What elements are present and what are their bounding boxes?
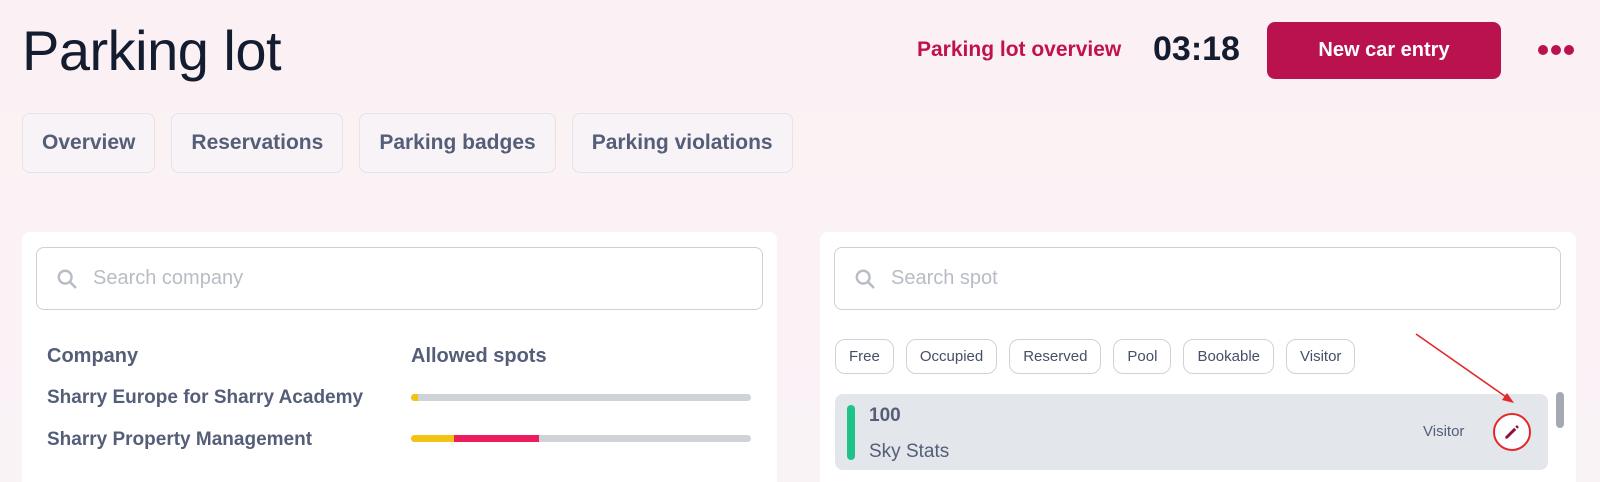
tab-reservations[interactable]: Reservations	[171, 113, 344, 173]
allowed-spots-bar	[411, 394, 751, 401]
spot-search-box	[834, 247, 1561, 310]
usage-segment	[411, 394, 418, 401]
filter-visitor[interactable]: Visitor	[1286, 339, 1356, 374]
company-column-header: Company	[47, 345, 139, 367]
company-search-box	[36, 247, 763, 310]
pencil-icon	[1505, 425, 1519, 439]
spot-filters: Free Occupied Reserved Pool Bookable Vis…	[835, 339, 1367, 374]
filter-free[interactable]: Free	[835, 339, 894, 374]
search-icon	[855, 269, 875, 289]
company-name: Sharry Property Management	[47, 429, 313, 450]
search-company-input[interactable]	[93, 267, 762, 290]
spot-type: Visitor	[1423, 423, 1465, 440]
more-horizontal-icon[interactable]	[1538, 42, 1574, 58]
tab-parking-violations[interactable]: Parking violations	[571, 113, 793, 173]
filter-reserved[interactable]: Reserved	[1009, 339, 1102, 374]
page-title: Parking lot	[22, 19, 282, 82]
search-spot-input[interactable]	[891, 267, 1560, 290]
spot-number: 100	[869, 405, 901, 426]
new-car-entry-button[interactable]: New car entry	[1267, 22, 1501, 79]
companies-panel: Company Allowed spots Sharry Europe for …	[22, 232, 777, 482]
filter-occupied[interactable]: Occupied	[905, 339, 998, 374]
usage-segment	[453, 435, 539, 442]
tab-overview[interactable]: Overview	[22, 113, 156, 173]
clock: 03:18	[1153, 30, 1240, 68]
spot-name: Sky Stats	[869, 441, 950, 462]
parking-lot-overview-link[interactable]: Parking lot overview	[917, 38, 1121, 62]
edit-button[interactable]	[1493, 413, 1531, 451]
tab-bar: Overview Reservations Parking badges Par…	[22, 113, 809, 173]
allowed-spots-column-header: Allowed spots	[411, 345, 547, 367]
usage-segment	[411, 435, 454, 442]
scrollbar-thumb[interactable]	[1556, 392, 1564, 428]
filter-bookable[interactable]: Bookable	[1183, 339, 1275, 374]
status-indicator	[847, 405, 855, 460]
annotation-arrow	[1415, 333, 1514, 403]
allowed-spots-bar	[411, 435, 751, 442]
company-name: Sharry Europe for Sharry Academy	[47, 387, 364, 408]
tab-parking-badges[interactable]: Parking badges	[359, 113, 556, 173]
search-icon	[57, 269, 77, 289]
filter-pool[interactable]: Pool	[1113, 339, 1172, 374]
